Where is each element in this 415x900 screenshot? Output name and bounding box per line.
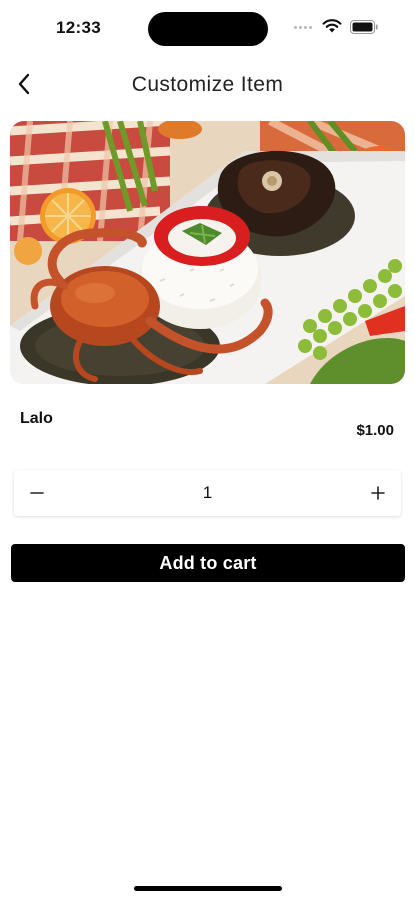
add-to-cart-button[interactable]: Add to cart bbox=[11, 544, 405, 582]
quantity-stepper: 1 bbox=[14, 470, 401, 516]
dynamic-island bbox=[148, 12, 268, 46]
signal-dots-icon bbox=[294, 26, 316, 30]
page-title: Customize Item bbox=[131, 73, 284, 96]
item-price: $1.00 bbox=[356, 422, 394, 439]
item-name: Lalo bbox=[20, 410, 53, 427]
quantity-value: 1 bbox=[202, 483, 213, 502]
battery-icon bbox=[350, 20, 378, 34]
food-photo bbox=[10, 121, 405, 384]
home-indicator bbox=[134, 886, 282, 891]
wifi-icon bbox=[322, 19, 342, 33]
navigation-bar: Customize Item bbox=[0, 60, 415, 110]
plus-icon bbox=[371, 486, 385, 500]
minus-icon bbox=[30, 492, 44, 494]
item-image bbox=[10, 121, 405, 384]
increase-quantity-button[interactable] bbox=[355, 470, 401, 516]
status-time: 12:33 bbox=[56, 18, 101, 37]
decrease-quantity-button[interactable] bbox=[14, 470, 60, 516]
status-bar: 12:33 bbox=[0, 0, 415, 56]
